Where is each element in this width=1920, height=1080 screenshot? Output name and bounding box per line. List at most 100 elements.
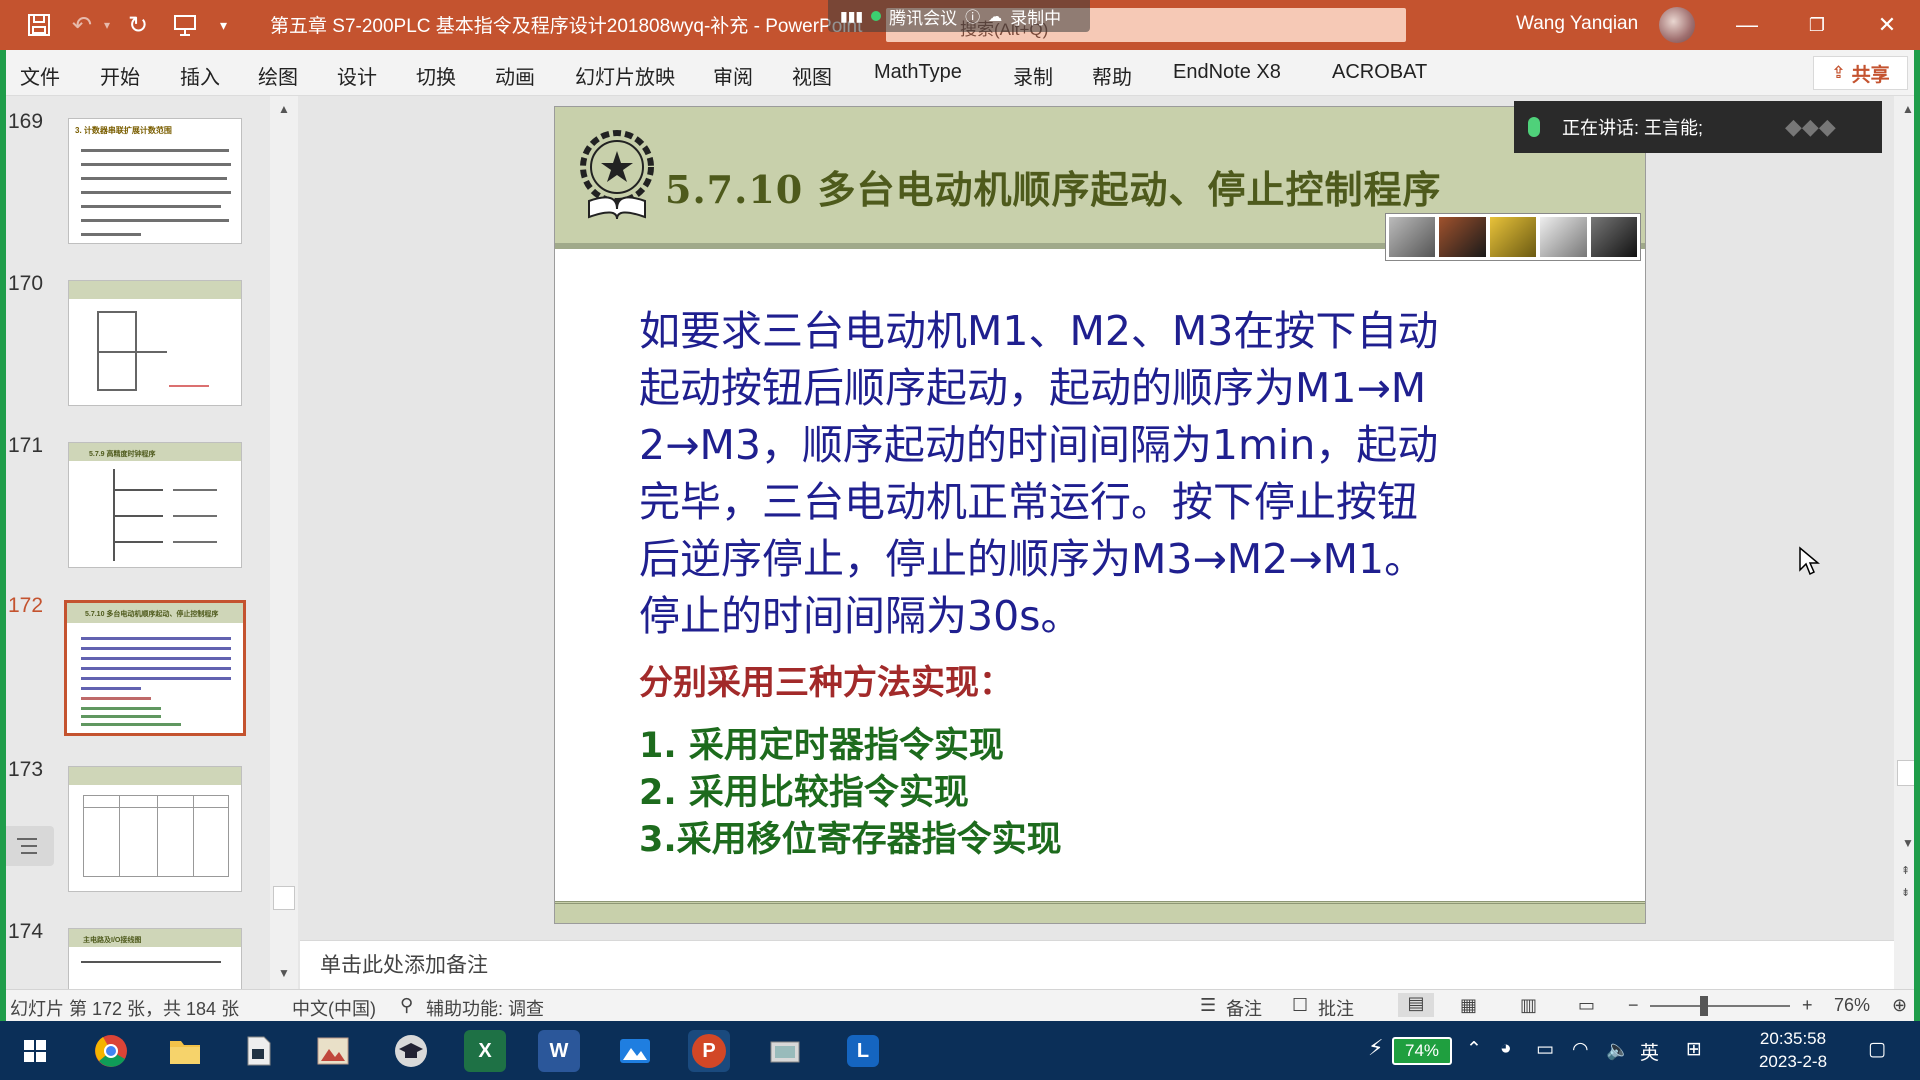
photo-tile xyxy=(1540,217,1587,257)
image-viewer-icon[interactable] xyxy=(312,1030,354,1072)
slide-thumbnail-170[interactable] xyxy=(68,280,242,406)
graduation-app-icon[interactable] xyxy=(390,1030,432,1072)
accessibility-status[interactable]: 辅助功能: 调查 xyxy=(426,995,544,1021)
outline-toggle-icon[interactable] xyxy=(0,826,54,866)
tab-slideshow[interactable]: 幻灯片放映 xyxy=(575,61,675,90)
ime-mode-icon[interactable]: ⊞ xyxy=(1686,1038,1702,1061)
ime-language[interactable]: 英 xyxy=(1640,1038,1659,1065)
body-line: 起动按钮后顺序起动，起动的顺序为M1→M xyxy=(639,364,1427,412)
zoom-level[interactable]: 76% xyxy=(1834,995,1870,1016)
meeting-status-dot xyxy=(871,11,882,21)
document-viewer-icon[interactable] xyxy=(238,1030,280,1072)
slide-count: 幻灯片 第 172 张，共 184 张 xyxy=(10,999,240,1019)
tab-mathtype[interactable]: MathType xyxy=(874,61,962,84)
notification-icon[interactable]: ▢ xyxy=(1868,1038,1886,1061)
notes-button[interactable]: 备注 xyxy=(1226,995,1262,1021)
present-icon[interactable] xyxy=(172,0,198,50)
close-icon[interactable]: ✕ xyxy=(1852,0,1920,50)
meeting-speaking-banner: 正在讲话: 王言能; ◆◆◆ xyxy=(1514,101,1882,153)
qq-icon[interactable]: ◕ xyxy=(1500,1038,1511,1060)
slide-thumbnail-174[interactable]: 主电路及I/O接线图 xyxy=(68,928,242,989)
tab-record[interactable]: 录制 xyxy=(1013,61,1053,90)
wifi-icon[interactable]: ◠ xyxy=(1572,1038,1589,1061)
fit-slide-icon[interactable]: ⊕ xyxy=(1892,995,1907,1016)
tab-help[interactable]: 帮助 xyxy=(1092,61,1132,90)
slide-thumbnail-169[interactable]: 3. 计数器串联扩展计数范围 xyxy=(68,118,242,244)
save-icon[interactable] xyxy=(26,0,52,50)
scroll-down-icon[interactable]: ▼ xyxy=(1902,836,1914,850)
scrollbar-thumb[interactable] xyxy=(273,886,295,910)
tab-transitions[interactable]: 切换 xyxy=(416,61,456,90)
zoom-slider[interactable] xyxy=(1650,1005,1790,1007)
thumbnail-scrollbar[interactable]: ▲ ▼ xyxy=(270,96,298,989)
restore-icon[interactable]: ❐ xyxy=(1782,0,1852,50)
slide-thumbnail-173[interactable] xyxy=(68,766,242,892)
previous-slide-icon[interactable]: ⇞ xyxy=(1901,864,1910,877)
slide-thumbnail-171[interactable]: 5.7.9 高精度时钟程序 xyxy=(68,442,242,568)
body-line: 2→M3，顺序起动的时间间隔为1min，起动 xyxy=(639,421,1439,469)
notes-icon[interactable]: ☰ xyxy=(1200,995,1216,1016)
tab-design[interactable]: 设计 xyxy=(337,61,377,90)
tab-view[interactable]: 视图 xyxy=(792,61,832,90)
screen-share-border xyxy=(0,50,6,1021)
zoom-slider-thumb[interactable] xyxy=(1700,996,1708,1016)
powerpoint-icon[interactable]: P xyxy=(688,1030,730,1072)
microphone-icon xyxy=(1528,117,1540,137)
language-indicator[interactable]: 中文(中国) xyxy=(292,995,376,1021)
tab-animations[interactable]: 动画 xyxy=(495,61,535,90)
tab-file[interactable]: 文件 xyxy=(20,61,60,90)
notes-pane[interactable]: 单击此处添加备注 xyxy=(300,940,1894,989)
slide-thumbnail-pane: 169 3. 计数器串联扩展计数范围 170 171 5.7.9 高精度时钟程序… xyxy=(0,96,278,989)
device-icon[interactable]: ▭ xyxy=(1536,1038,1554,1061)
slideshow-view-icon[interactable]: ▭ xyxy=(1578,995,1595,1016)
undo-dropdown-icon[interactable]: ▾ xyxy=(104,0,110,50)
thumbnail-number: 169 xyxy=(8,110,44,133)
scroll-up-icon[interactable]: ▲ xyxy=(278,102,290,116)
customize-toolbar-icon[interactable]: ▾ xyxy=(220,0,227,50)
chrome-icon[interactable] xyxy=(90,1030,132,1072)
comments-icon[interactable]: ☐ xyxy=(1292,995,1308,1016)
meeting-app-label: 腾讯会议 xyxy=(889,8,958,28)
slide-canvas[interactable]: 5.7.10 多台电动机顺序起动、停止控制程序 如要求三台电动机M1、M2、M3… xyxy=(554,106,1646,924)
reading-view-icon[interactable]: ▥ xyxy=(1520,995,1537,1016)
user-name[interactable]: Wang Yanqian xyxy=(1516,13,1638,35)
battery-indicator[interactable]: 74% xyxy=(1392,1037,1452,1065)
screenshot-tool-icon[interactable] xyxy=(764,1030,806,1072)
next-slide-icon[interactable]: ⇟ xyxy=(1901,886,1910,899)
comments-button[interactable]: 批注 xyxy=(1318,995,1354,1021)
tab-review[interactable]: 审阅 xyxy=(713,61,753,90)
thumbnail-number-active: 172 xyxy=(8,594,44,617)
tab-draw[interactable]: 绘图 xyxy=(258,61,298,90)
minimize-icon[interactable]: — xyxy=(1712,0,1782,50)
undo-icon[interactable]: ↶ xyxy=(72,0,92,50)
share-button[interactable]: ⇪ 共享 xyxy=(1813,56,1908,90)
power-plug-icon[interactable]: ⚡ xyxy=(1368,1035,1383,1061)
mouse-cursor-icon xyxy=(1799,546,1820,576)
normal-view-icon[interactable]: ▤ xyxy=(1398,993,1434,1017)
slide-thumbnail-172-active[interactable]: 5.7.10 多台电动机顺序起动、停止控制程序 xyxy=(64,600,246,736)
accessibility-icon[interactable]: ⚲ xyxy=(400,995,413,1016)
zoom-in-icon[interactable]: + xyxy=(1802,995,1813,1016)
signal-icon: ▮▮▮ xyxy=(840,7,864,24)
meeting-indicator[interactable]: ▮▮▮ 腾讯会议 ⓘ ☁ 录制中 xyxy=(828,0,1090,32)
windows-start-icon[interactable] xyxy=(14,1030,56,1072)
word-icon[interactable]: W xyxy=(538,1030,580,1072)
show-hidden-icons-icon[interactable]: ⌃ xyxy=(1466,1038,1482,1061)
zoom-out-icon[interactable]: − xyxy=(1628,995,1639,1016)
system-clock[interactable]: 20:35:58 2023-2-8 xyxy=(1738,1027,1848,1073)
tab-endnote[interactable]: EndNote X8 xyxy=(1173,61,1281,84)
scroll-down-icon[interactable]: ▼ xyxy=(278,966,290,980)
slide-sorter-icon[interactable]: ▦ xyxy=(1460,995,1477,1016)
excel-icon[interactable]: X xyxy=(464,1030,506,1072)
redo-icon[interactable]: ↻ xyxy=(128,0,148,50)
tab-insert[interactable]: 插入 xyxy=(180,61,220,90)
tab-acrobat[interactable]: ACROBAT xyxy=(1332,61,1427,84)
tab-home[interactable]: 开始 xyxy=(100,61,140,90)
volume-icon[interactable]: 🔈 xyxy=(1606,1038,1630,1062)
body-line: 如要求三台电动机M1、M2、M3在按下自动 xyxy=(639,307,1439,355)
avatar[interactable] xyxy=(1659,7,1695,43)
file-explorer-icon[interactable] xyxy=(164,1030,206,1072)
lenovo-app-icon[interactable]: L xyxy=(842,1030,884,1072)
photos-icon[interactable] xyxy=(614,1030,656,1072)
scroll-up-icon[interactable]: ▲ xyxy=(1902,102,1914,116)
